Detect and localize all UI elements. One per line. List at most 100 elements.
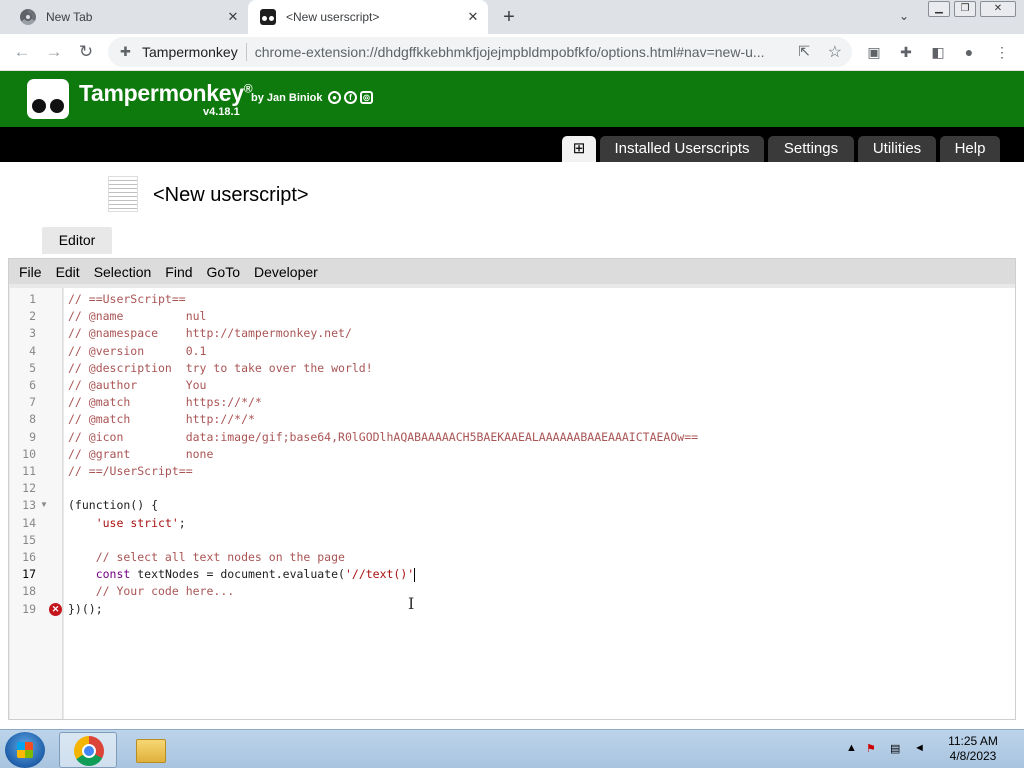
clock-date: 4/8/2023 bbox=[949, 749, 997, 763]
folder-icon bbox=[136, 739, 166, 763]
address-bar[interactable]: ✚ Tampermonkey chrome-extension://dhdgff… bbox=[108, 37, 852, 67]
taskbar-chrome[interactable] bbox=[59, 732, 117, 768]
tab-strip: New Tab ✕ <New userscript> ✕ + ⌄ ▁ ❐ ✕ bbox=[0, 0, 1024, 34]
tab-title: New Tab bbox=[46, 10, 93, 24]
network-icon[interactable]: ▤ bbox=[890, 742, 900, 755]
new-tab-button[interactable]: + bbox=[499, 7, 519, 27]
code-line[interactable]: (function() { bbox=[68, 498, 158, 512]
line-number: 13 bbox=[22, 498, 36, 513]
menu-find[interactable]: Find bbox=[165, 264, 192, 280]
line-number: 11 bbox=[22, 464, 36, 478]
clock-time: 11:25 AM bbox=[948, 734, 998, 748]
tab-new-tab[interactable]: New Tab ✕ bbox=[8, 0, 248, 34]
restore-button[interactable]: ❐ bbox=[954, 1, 976, 17]
line-number: 15 bbox=[22, 532, 36, 547]
line-number: 1 bbox=[29, 292, 36, 306]
page-title: <New userscript> bbox=[153, 184, 309, 206]
profile-avatar-icon[interactable]: ● bbox=[960, 43, 978, 61]
taskbar-explorer[interactable] bbox=[122, 732, 180, 768]
forward-icon[interactable]: → bbox=[44, 42, 64, 62]
code-line[interactable]: // ==UserScript== bbox=[68, 292, 186, 306]
tab-editor[interactable]: Editor bbox=[42, 227, 112, 254]
window-close-button[interactable]: ✕ bbox=[980, 1, 1016, 17]
bookmark-star-icon[interactable]: ☆ bbox=[828, 42, 842, 62]
tab-help[interactable]: Help bbox=[940, 136, 1000, 162]
line-number: 10 bbox=[22, 446, 36, 461]
instagram-icon[interactable]: ◎ bbox=[360, 91, 373, 104]
divider bbox=[245, 43, 247, 61]
line-number: 12 bbox=[22, 481, 36, 496]
site-chip[interactable]: Tampermonkey bbox=[142, 44, 238, 60]
version-label: v4.18.1 bbox=[203, 106, 240, 118]
tab-title: <New userscript> bbox=[286, 10, 380, 24]
code-line[interactable]: // @grant none bbox=[68, 447, 213, 461]
menu-edit[interactable]: Edit bbox=[56, 264, 80, 280]
tampermonkey-logo bbox=[27, 79, 69, 119]
facebook-icon[interactable]: f bbox=[344, 91, 357, 104]
system-clock[interactable]: 11:25 AM 4/8/2023 bbox=[940, 734, 1006, 764]
text-cursor-icon: I bbox=[408, 594, 415, 613]
show-hidden-icons-icon[interactable]: ▲ bbox=[846, 742, 857, 754]
code-line[interactable]: // ==/UserScript== bbox=[68, 464, 193, 478]
line-number: 8 bbox=[29, 412, 36, 427]
author-credit: by Jan Biniok bbox=[251, 92, 323, 104]
menu-file[interactable]: File bbox=[19, 264, 42, 280]
minimize-button[interactable]: ▁ bbox=[928, 1, 950, 17]
line-number: 9 bbox=[29, 429, 36, 444]
line-number: 3 bbox=[29, 326, 36, 341]
code-line[interactable]: // @author You bbox=[68, 378, 206, 392]
extension-icon: ✚ bbox=[120, 44, 131, 59]
menu-developer[interactable]: Developer bbox=[254, 264, 318, 280]
start-button[interactable] bbox=[5, 732, 45, 768]
close-icon[interactable]: ✕ bbox=[226, 10, 240, 24]
tab-utilities[interactable]: Utilities bbox=[858, 136, 936, 162]
browser-toolbar: ← → ↻ ✚ Tampermonkey chrome-extension://… bbox=[0, 34, 1024, 71]
close-icon[interactable]: ✕ bbox=[466, 10, 480, 24]
menu-selection[interactable]: Selection bbox=[94, 264, 152, 280]
extensions-puzzle-icon[interactable]: ✚ bbox=[897, 43, 915, 61]
code-line[interactable]: // select all text nodes on the page bbox=[68, 550, 345, 564]
menu-goto[interactable]: GoTo bbox=[207, 264, 240, 280]
url-text[interactable]: chrome-extension://dhdgffkkebhmkfjojejmp… bbox=[255, 44, 785, 60]
error-marker-icon[interactable]: ✕ bbox=[49, 602, 62, 616]
chrome-icon bbox=[20, 9, 36, 25]
code-line[interactable]: // @version 0.1 bbox=[68, 344, 206, 358]
code-line[interactable]: // Your code here... bbox=[68, 584, 234, 598]
side-panel-icon[interactable]: ◧ bbox=[929, 43, 947, 61]
line-number: 4 bbox=[29, 343, 36, 358]
code-line[interactable]: // @match https://*/* bbox=[68, 395, 262, 409]
windows-taskbar: ▲ ⚑ ▤ ◄ 11:25 AM 4/8/2023 bbox=[0, 729, 1024, 768]
code-line[interactable]: })(); bbox=[68, 602, 103, 616]
reload-icon[interactable]: ↻ bbox=[76, 42, 96, 62]
action-center-icon[interactable]: ⚑ bbox=[866, 742, 876, 755]
code-line[interactable]: // @description try to take over the wor… bbox=[68, 361, 373, 375]
new-script-tab-icon[interactable]: ⊞ bbox=[562, 136, 596, 162]
code-line[interactable]: // @name nul bbox=[68, 309, 206, 323]
line-number: 14 bbox=[22, 515, 36, 530]
code-line[interactable]: const textNodes = document.evaluate('//t… bbox=[68, 567, 416, 582]
line-number: 2 bbox=[29, 309, 36, 324]
tab-new-userscript[interactable]: <New userscript> ✕ bbox=[248, 0, 488, 34]
tampermonkey-extension-icon[interactable]: ▣ bbox=[865, 43, 883, 61]
line-number: 19 bbox=[22, 601, 36, 616]
share-icon[interactable]: ⇱ bbox=[798, 43, 810, 60]
tab-settings[interactable]: Settings bbox=[768, 136, 854, 162]
tab-search-icon[interactable]: ⌄ bbox=[896, 9, 912, 25]
chrome-icon bbox=[74, 736, 104, 766]
line-number: 17 bbox=[22, 567, 36, 582]
code-editor[interactable]: // ==UserScript== // @name nul // @namespa… bbox=[64, 288, 1015, 719]
tampermonkey-icon bbox=[260, 9, 276, 25]
code-line[interactable]: // @icon data:image/gif;base64,R0lGODlhA… bbox=[68, 430, 698, 444]
text-caret bbox=[414, 567, 416, 582]
code-line[interactable]: // @match http://*/* bbox=[68, 412, 255, 426]
volume-muted-icon[interactable]: ◄ bbox=[914, 742, 925, 754]
line-number: 16 bbox=[22, 550, 36, 564]
app-title: Tampermonkey® bbox=[79, 80, 253, 106]
code-line[interactable]: // @namespace http://tampermonkey.net/ bbox=[68, 326, 352, 340]
code-line[interactable]: 'use strict'; bbox=[68, 516, 186, 530]
tab-installed-userscripts[interactable]: Installed Userscripts bbox=[600, 136, 764, 162]
back-icon[interactable]: ← bbox=[12, 42, 32, 62]
kebab-menu-icon[interactable]: ⋮ bbox=[993, 43, 1011, 61]
github-icon[interactable]: ● bbox=[328, 91, 341, 104]
fold-arrow-icon[interactable]: ▼ bbox=[40, 500, 48, 509]
